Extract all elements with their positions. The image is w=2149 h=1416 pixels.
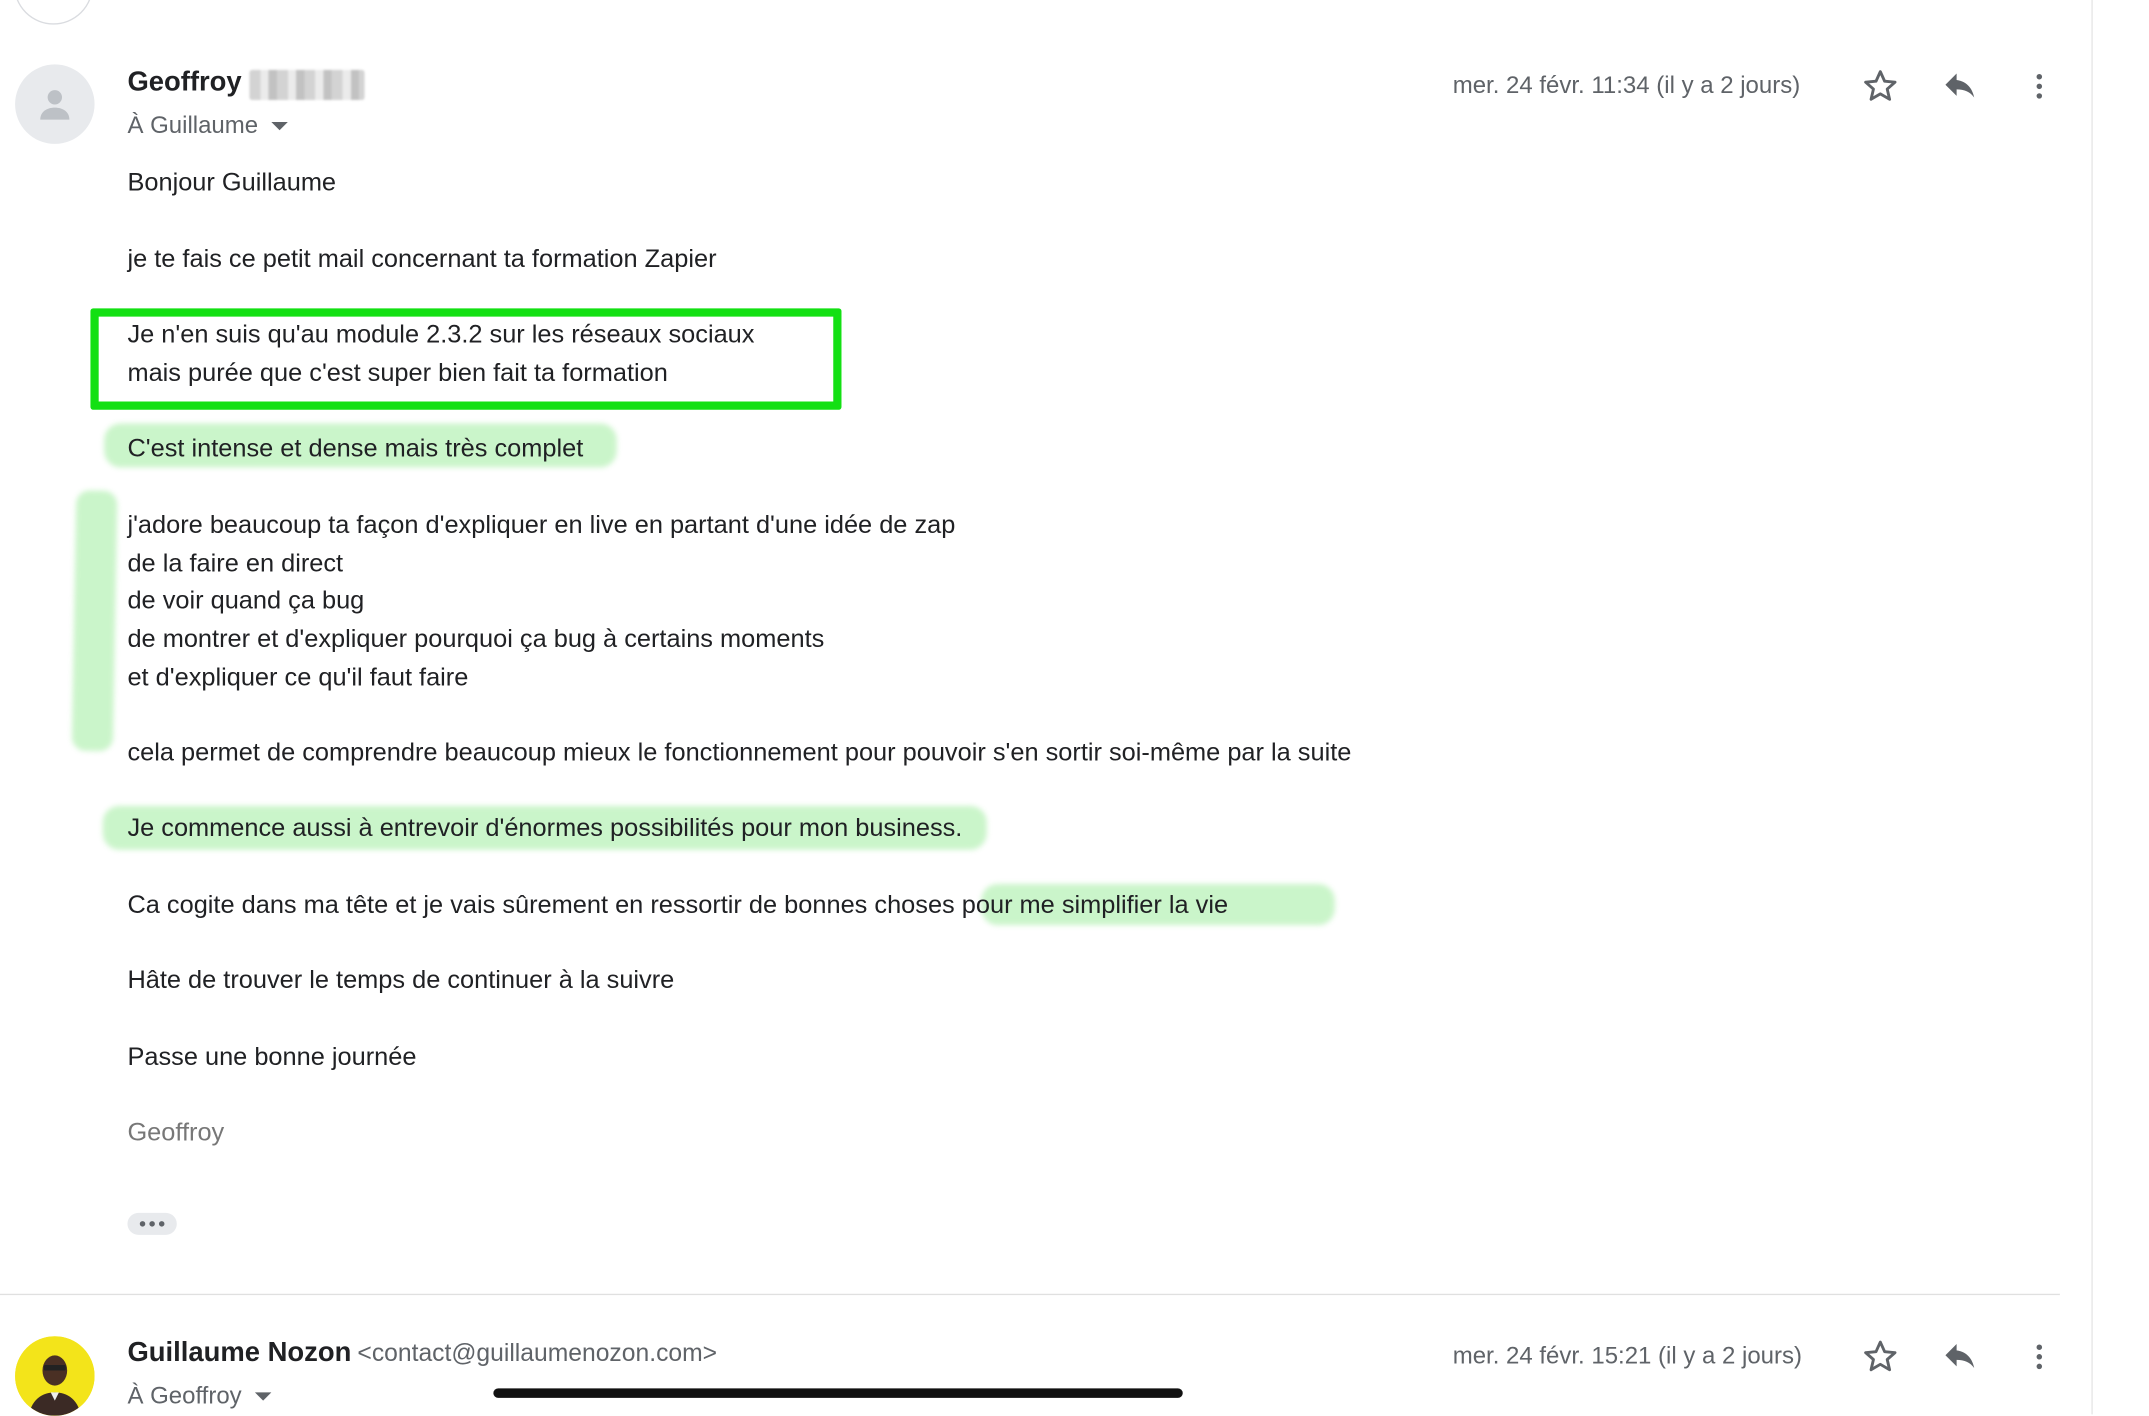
ellipsis-dot — [158, 1221, 165, 1227]
star-icon — [1864, 1340, 1897, 1372]
reply-icon — [1945, 1344, 1975, 1368]
reply-button[interactable] — [1932, 59, 1987, 114]
body-adore-line1: j'adore beaucoup ta façon d'expliquer en… — [127, 509, 956, 539]
body-intro: je te fais ce petit mail concernant ta f… — [127, 243, 717, 273]
sender-email: <contact@guillaumenozon.com> — [357, 1338, 718, 1367]
sender-name[interactable]: Geoffroy — [127, 67, 241, 97]
body-business: Je commence aussi à entrevoir d'énormes … — [127, 812, 963, 842]
person-placeholder-icon — [40, 90, 70, 120]
message2-sender-line: Guillaume Nozon <contact@guillaumenozon.… — [127, 1338, 717, 1370]
body-adore-line2: de la faire en direct — [127, 548, 344, 577]
body-cogite-part2: pour me simplifier la vie — [961, 889, 1229, 919]
sender-avatar-photo[interactable] — [15, 1336, 95, 1416]
sender-name[interactable]: Guillaume Nozon — [127, 1338, 351, 1368]
star-icon — [1864, 70, 1897, 101]
highlight-side-bar — [71, 490, 118, 752]
reply-icon — [1945, 73, 1975, 98]
more-options-button[interactable] — [2012, 59, 2067, 114]
body-hate: Hâte de trouver le temps de continuer à … — [127, 964, 675, 994]
previous-message-avatar — [13, 0, 94, 25]
person-photo-icon — [15, 1336, 95, 1416]
message-divider — [0, 1293, 2060, 1296]
redacted-surname — [249, 69, 366, 100]
body-comprendre: cela permet de comprendre beaucoup mieux… — [127, 737, 1352, 767]
star-button[interactable] — [1853, 59, 1908, 114]
sender-avatar[interactable] — [15, 64, 95, 144]
more-vert-icon — [2036, 74, 2043, 99]
message1-sender-line: Geoffroy — [127, 67, 366, 100]
body-cogite: Ca cogite dans ma tête et je vais sûreme… — [127, 889, 1228, 919]
caret-down-icon — [255, 1391, 272, 1400]
recipient-label: À Geoffroy — [127, 1381, 242, 1409]
body-greeting: Bonjour Guillaume — [127, 167, 337, 196]
caret-down-icon — [271, 121, 289, 130]
show-trimmed-content-button[interactable] — [127, 1212, 177, 1235]
body-signature: Geoffroy — [127, 1116, 225, 1146]
recipient-label: À Guillaume — [127, 111, 259, 139]
recipient-dropdown[interactable]: À Geoffroy — [127, 1381, 272, 1410]
more-vert-icon — [2036, 1344, 2043, 1370]
star-button[interactable] — [1853, 1329, 1908, 1384]
body-module-line1: Je n'en suis qu'au module 2.3.2 sur les … — [127, 319, 755, 349]
ellipsis-icon — [139, 1221, 146, 1227]
body-module-line2: mais purée que c'est super bien fait ta … — [127, 357, 668, 387]
home-indicator-bar[interactable] — [493, 1388, 1183, 1398]
more-options-button[interactable] — [2012, 1329, 2067, 1384]
body-passe: Passe une bonne journée — [127, 1041, 417, 1071]
message-date: mer. 24 févr. 11:34 (il y a 2 jours) — [1452, 71, 1801, 99]
body-adore-line3: de voir quand ça bug — [127, 585, 365, 614]
body-adore-line5: et d'expliquer ce qu'il faut faire — [127, 661, 469, 691]
message-date: mer. 24 févr. 15:21 (il y a 2 jours) — [1452, 1341, 1802, 1370]
recipient-dropdown[interactable]: À Guillaume — [127, 111, 289, 140]
body-cogite-part1: Ca cogite dans ma tête et je vais sûreme… — [127, 889, 962, 919]
side-panel-border — [2091, 0, 2093, 1415]
body-adore-line4: de montrer et d'expliquer pourquoi ça bu… — [127, 623, 825, 653]
body-intense: C'est intense et dense mais très complet — [127, 433, 584, 462]
ellipsis-dot — [149, 1221, 155, 1227]
reply-button[interactable] — [1932, 1329, 1987, 1384]
